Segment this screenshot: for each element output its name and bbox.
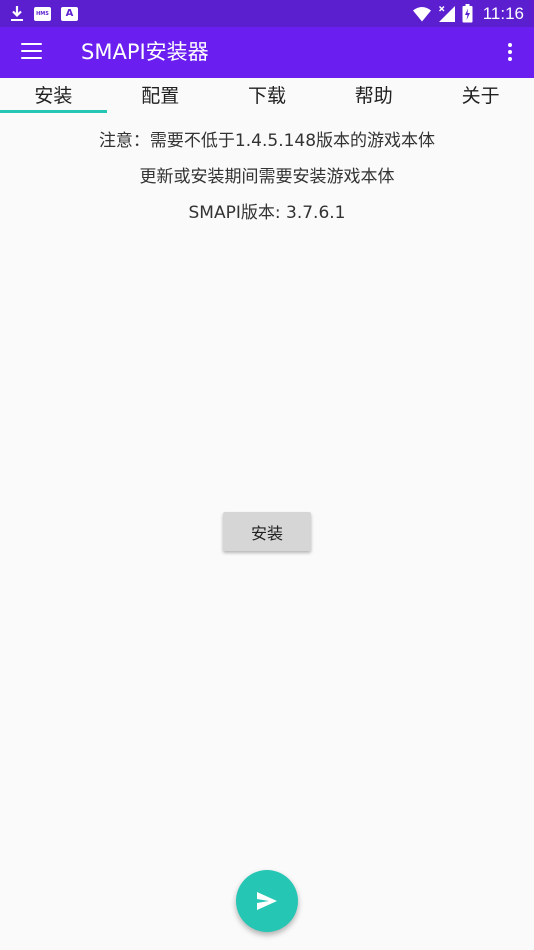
status-time: 11:16 <box>482 3 524 23</box>
install-button[interactable]: 安装 <box>223 512 311 551</box>
wifi-icon <box>412 6 431 21</box>
app-bar: SMAPI安装器 <box>0 27 534 78</box>
a-badge-text: A <box>65 7 74 19</box>
tab-install[interactable]: 安装 <box>0 78 107 114</box>
status-left-icons: HMS A <box>10 4 78 23</box>
a-icon: A <box>61 6 78 21</box>
smapi-version-text: SMAPI版本: 3.7.6.1 <box>188 203 346 223</box>
tab-download[interactable]: 下载 <box>214 78 321 114</box>
send-icon <box>257 892 277 910</box>
download-icon <box>11 6 23 21</box>
hms-badge-text: HMS <box>36 10 49 17</box>
hms-icon: HMS <box>34 6 51 21</box>
overflow-menu-icon[interactable] <box>508 43 513 63</box>
notice-text: 注意：需要不低于1.4.5.148版本的游戏本体 <box>98 131 436 151</box>
status-bar: HMS A 11:16 <box>0 0 534 27</box>
send-fab[interactable] <box>236 870 298 932</box>
tab-bar: 安装 配置 下载 帮助 关于 <box>0 78 534 114</box>
tab-about[interactable]: 关于 <box>427 78 534 114</box>
battery-icon <box>462 4 473 23</box>
app-title: SMAPI安装器 <box>81 40 209 64</box>
tab-help[interactable]: 帮助 <box>320 78 427 114</box>
menu-icon[interactable] <box>21 43 42 61</box>
status-right-icons: 11:16 <box>412 2 524 25</box>
signal-icon <box>438 5 455 22</box>
install-hint-text: 更新或安装期间需要安装游戏本体 <box>139 167 395 187</box>
tab-config[interactable]: 配置 <box>107 78 214 114</box>
